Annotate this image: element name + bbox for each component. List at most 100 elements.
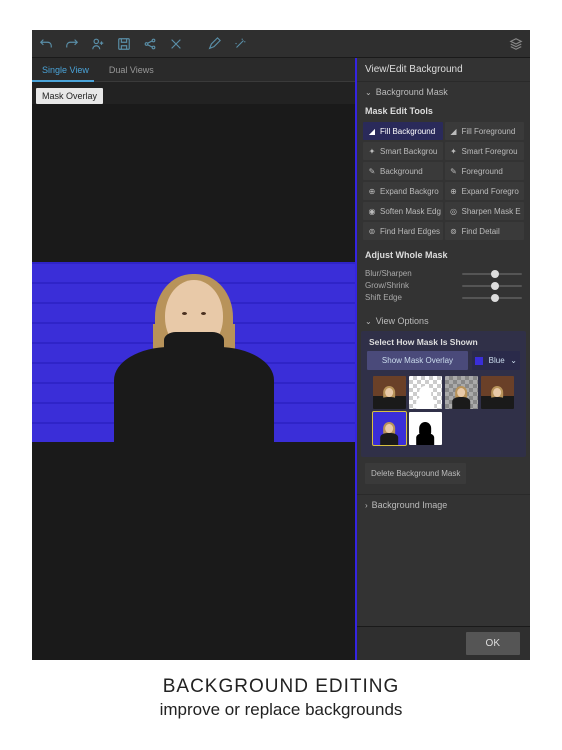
tool-smart-foreground[interactable]: ✦Smart Foregrou [445,142,525,160]
tool-label: Smart Backgrou [380,147,437,156]
brush-icon: ✎ [367,166,377,176]
photo-canvas[interactable] [32,104,355,660]
view-tabs: Single View Dual Views [32,58,355,82]
marketing-caption: BACKGROUND EDITING improve or replace ba… [0,676,562,720]
tab-dual-views[interactable]: Dual Views [99,58,164,81]
select-mask-title: Select How Mask Is Shown [367,335,520,351]
slider-shift-edge: Shift Edge [365,293,522,302]
chevron-down-icon: ⌄ [365,317,372,326]
slider-thumb[interactable] [491,282,499,290]
chevron-right-icon: › [365,501,368,510]
share-icon[interactable] [142,36,158,52]
slider-grow-shrink: Grow/Shrink [365,281,522,290]
layers-icon[interactable] [508,36,524,52]
slider-blur-sharpen: Blur/Sharpen [365,269,522,278]
mask-tools-title: Mask Edit Tools [357,102,530,120]
bucket-icon: ◢ [449,126,459,136]
tool-background-brush[interactable]: ✎Background [363,162,443,180]
tool-fill-foreground[interactable]: ◢Fill Foreground [445,122,525,140]
wand-icon: ✦ [449,146,459,156]
tool-smart-background[interactable]: ✦Smart Backgrou [363,142,443,160]
tool-label: Sharpen Mask E [462,207,521,216]
tool-sharpen-mask-edge[interactable]: ◎Sharpen Mask E [445,202,525,220]
expand-icon: ⊕ [367,186,377,196]
section-bg-mask-label: Background Mask [376,87,448,97]
panel-title: View/Edit Background [357,58,530,82]
photo [32,262,355,442]
tool-label: Soften Mask Edg [380,207,441,216]
app-frame: Single View Dual Views Mask Overlay View… [32,30,530,660]
tool-label: Fill Background [380,127,435,136]
thumb-cutout-dark[interactable] [445,376,478,409]
tool-find-detail[interactable]: ⊚Find Detail [445,222,525,240]
redo-icon[interactable] [64,36,80,52]
mask-overlay-tag[interactable]: Mask Overlay [36,88,103,104]
dropdown-value: Blue [489,356,505,365]
slider-label: Shift Edge [365,293,462,302]
color-swatch-icon [475,357,483,365]
slider-track[interactable] [462,285,522,287]
person-add-icon[interactable] [90,36,106,52]
tool-label: Smart Foregrou [462,147,518,156]
section-view-options[interactable]: ⌄ View Options [357,311,530,331]
bg-image-label: Background Image [372,500,448,510]
bucket-icon: ◢ [367,126,377,136]
tool-soften-mask-edge[interactable]: ◉Soften Mask Edg [363,202,443,220]
tool-foreground-brush[interactable]: ✎Foreground [445,162,525,180]
chevron-down-icon: ⌄ [510,356,517,365]
tool-expand-foreground[interactable]: ⊕Expand Foregro [445,182,525,200]
tool-label: Expand Foregro [462,187,519,196]
section-background-mask[interactable]: ⌄ Background Mask [357,82,530,102]
mask-tool-grid: ◢Fill Background ◢Fill Foreground ✦Smart… [357,120,530,246]
view-options-label: View Options [376,316,429,326]
section-background-image[interactable]: › Background Image [357,494,530,515]
main-area: Single View Dual Views Mask Overlay View… [32,58,530,660]
select-mask-shown: Select How Mask Is Shown Show Mask Overl… [361,331,526,457]
properties-panel: View/Edit Background ⌄ Background Mask Ma… [355,58,530,660]
slider-label: Grow/Shrink [365,281,462,290]
slider-track[interactable] [462,297,522,299]
brush-icon[interactable] [206,36,222,52]
thumb-cutout-light[interactable] [409,376,442,409]
mask-color-dropdown[interactable]: Blue ⌄ [472,351,520,370]
chevron-down-icon: ⌄ [365,88,372,97]
find-icon: ⊚ [449,226,459,236]
tool-label: Find Detail [462,227,500,236]
slider-label: Blur/Sharpen [365,269,462,278]
canvas-panel: Single View Dual Views Mask Overlay [32,58,355,660]
crop-icon[interactable] [168,36,184,52]
save-icon[interactable] [116,36,132,52]
thumb-original[interactable] [373,376,406,409]
tool-expand-background[interactable]: ⊕Expand Backgro [363,182,443,200]
delete-background-mask-button[interactable]: Delete Background Mask [365,463,466,484]
ok-button[interactable]: OK [466,632,520,655]
undo-icon[interactable] [38,36,54,52]
tool-find-hard-edges[interactable]: ⊚Find Hard Edges [363,222,443,240]
thumb-blue-overlay[interactable] [373,412,406,445]
tool-label: Foreground [462,167,503,176]
caption-subtitle: improve or replace backgrounds [0,700,562,720]
sharpen-icon: ◎ [449,206,459,216]
top-toolbar [32,30,530,58]
caption-title: BACKGROUND EDITING [0,676,562,698]
slider-thumb[interactable] [491,294,499,302]
find-icon: ⊚ [367,226,377,236]
tab-single-view[interactable]: Single View [32,58,99,81]
thumb-silhouette[interactable] [409,412,442,445]
adjust-sliders: Blur/Sharpen Grow/Shrink Shift Edge [357,264,530,311]
wand-icon: ✦ [367,146,377,156]
slider-track[interactable] [462,273,522,275]
brush-icon: ✎ [449,166,459,176]
tool-label: Find Hard Edges [380,227,440,236]
tool-label: Background [380,167,423,176]
tool-label: Fill Foreground [462,127,516,136]
soften-icon: ◉ [367,206,377,216]
wand-icon[interactable] [232,36,248,52]
tool-fill-background[interactable]: ◢Fill Background [363,122,443,140]
panel-footer: OK [357,626,530,660]
thumb-original-alt[interactable] [481,376,514,409]
tool-label: Expand Backgro [380,187,439,196]
expand-icon: ⊕ [449,186,459,196]
slider-thumb[interactable] [491,270,499,278]
show-mask-overlay-button[interactable]: Show Mask Overlay [367,351,468,370]
